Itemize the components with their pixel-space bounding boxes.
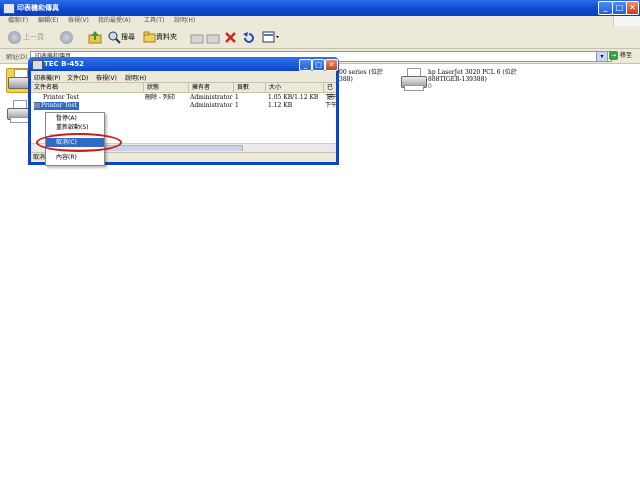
printer-name: hp LaserJet 3020 PCL 6 (位於 xyxy=(428,69,517,76)
dialog-minimize-button[interactable]: _ xyxy=(299,59,312,71)
cell-submitted: 下午 xyxy=(325,102,336,109)
window-title: 印表機和傳真 xyxy=(17,4,59,12)
dialog-menu-view[interactable]: 檢視(V) xyxy=(96,73,117,82)
menu-item-pause[interactable]: 暫停(A) xyxy=(46,114,104,123)
column-header-status[interactable]: 狀態 xyxy=(144,83,189,93)
menu-help[interactable]: 說明(H) xyxy=(174,16,195,26)
column-header-pages[interactable]: 頁數 xyxy=(234,83,266,93)
copy-to-icon xyxy=(206,34,220,43)
minimize-button[interactable]: _ xyxy=(598,1,613,15)
menu-file[interactable]: 檔案(F) xyxy=(8,16,28,26)
dialog-maximize-button[interactable]: □ xyxy=(312,59,325,71)
move-to-icon xyxy=(190,34,204,43)
toolbar: 上一頁 搜尋 資料夾 xyxy=(0,26,640,49)
back-button[interactable]: 上一頁 xyxy=(8,29,44,45)
cell-submitted: 下午 xyxy=(325,94,336,101)
dialog-menubar: 印表機(P) 文件(D) 檢視(V) 說明(H) xyxy=(31,71,336,83)
dialog-close-button[interactable]: ✕ xyxy=(325,59,338,71)
printer-item-hp-laserjet[interactable]: hp LaserJet 3020 PCL 6 (位於 888TIGER-1393… xyxy=(400,68,540,98)
dialog-menu-printer[interactable]: 印表機(P) xyxy=(34,73,60,82)
printer-name: 00 series (位於 xyxy=(339,69,383,76)
move-to-button[interactable] xyxy=(190,29,204,45)
views-icon xyxy=(262,31,279,43)
address-dropdown-button[interactable]: ▾ xyxy=(596,51,608,62)
annotation-oval xyxy=(36,133,122,152)
status-text: 取消 xyxy=(33,154,46,161)
column-header-document[interactable]: 文件名稱 xyxy=(31,83,144,93)
close-button[interactable]: ✕ xyxy=(626,1,639,15)
back-icon xyxy=(8,30,21,44)
search-button[interactable]: 搜尋 xyxy=(108,29,135,45)
forward-button[interactable] xyxy=(60,29,75,45)
printer-status: 0 xyxy=(428,83,432,90)
menu-item-restart[interactable]: 重新啟動(S) xyxy=(46,123,104,132)
dialog-menu-help[interactable]: 說明(H) xyxy=(125,73,146,82)
menu-favorites[interactable]: 我的最愛(A) xyxy=(98,16,131,26)
views-button[interactable] xyxy=(262,29,280,45)
printer-icon xyxy=(32,60,43,70)
printer-item-default[interactable] xyxy=(6,68,34,93)
printer-item-series[interactable]: 00 series (位於 388) xyxy=(339,69,399,89)
cell-owner: Administrator xyxy=(190,94,233,101)
windows-flag-icon xyxy=(613,16,640,26)
up-folder-icon xyxy=(88,31,102,44)
dialog-menu-document[interactable]: 文件(D) xyxy=(67,73,88,82)
cell-size: 1.12 KB xyxy=(268,102,293,109)
cell-pages: 1 xyxy=(235,94,239,101)
scrollbar-thumb[interactable] xyxy=(101,145,243,151)
maximize-button[interactable]: □ xyxy=(612,1,627,15)
printers-folder-icon xyxy=(3,3,15,14)
delete-button[interactable] xyxy=(224,29,237,45)
printer-location: 888TIGER-139388) xyxy=(428,76,487,83)
dialog-titlebar[interactable]: TEC B-452 _ □ ✕ xyxy=(28,57,339,71)
cell-owner: Administrator xyxy=(190,102,233,109)
cell-pages: 1 xyxy=(235,102,239,109)
window-titlebar[interactable]: 印表機和傳真 _ □ ✕ xyxy=(0,0,640,16)
printer-icon xyxy=(400,68,427,91)
go-icon: → xyxy=(609,51,618,60)
search-icon xyxy=(108,31,121,44)
up-folder-button[interactable] xyxy=(88,29,102,45)
column-header-submitted[interactable]: 已送 xyxy=(324,83,336,101)
forward-icon xyxy=(60,30,73,44)
copy-to-button[interactable] xyxy=(206,29,220,45)
cell-size: 1.05 KB/1.12 KB xyxy=(268,94,319,101)
printer-location: 388) xyxy=(339,76,353,83)
address-label: 網址(D) xyxy=(6,54,28,61)
delete-icon xyxy=(225,31,236,43)
dialog-title: TEC B-452 xyxy=(44,60,84,68)
cell-document: Printer Test xyxy=(43,94,80,101)
cell-status: 刪除 - 列印 xyxy=(145,94,175,101)
undo-icon xyxy=(243,31,254,43)
menu-tools[interactable]: 工具(T) xyxy=(144,16,164,26)
column-header-size[interactable]: 大小 xyxy=(266,83,324,93)
column-header-owner[interactable]: 擁有者 xyxy=(189,83,234,93)
cell-document: Printer Test xyxy=(34,102,80,110)
folders-icon xyxy=(143,31,156,43)
menu-edit[interactable]: 編輯(E) xyxy=(38,16,58,26)
menubar: 檔案(F) 編輯(E) 檢視(V) 我的最愛(A) 工具(T) 說明(H) xyxy=(0,16,640,26)
menu-view[interactable]: 檢視(V) xyxy=(68,16,89,26)
undo-button[interactable] xyxy=(242,29,255,45)
document-icon xyxy=(34,103,40,108)
printer-item-tec[interactable] xyxy=(6,100,33,124)
go-button[interactable]: → 移至 xyxy=(609,50,639,61)
folders-button[interactable]: 資料夾 xyxy=(143,29,177,45)
menu-item-properties[interactable]: 內容(R) xyxy=(46,153,104,162)
